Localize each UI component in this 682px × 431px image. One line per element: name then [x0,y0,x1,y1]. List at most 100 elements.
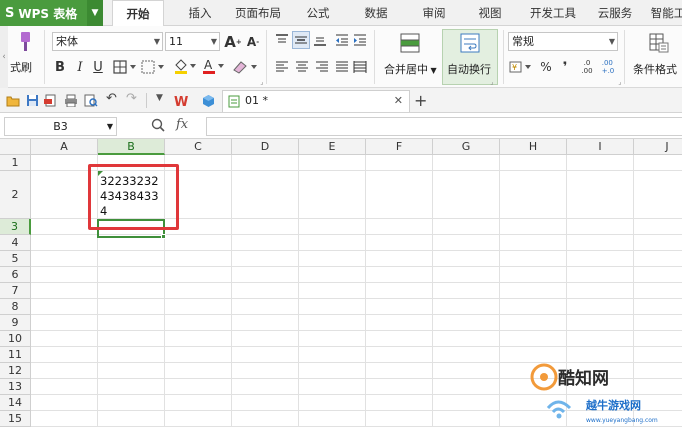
cell-b10[interactable] [98,331,165,347]
font-size-select[interactable]: 11 ▼ [165,32,220,51]
cell-h5[interactable] [500,251,567,267]
decrease-indent-icon[interactable] [334,32,350,48]
redo-icon[interactable]: ↷ [126,91,139,106]
cell-g9[interactable] [433,315,500,331]
align-right-icon[interactable] [314,59,330,75]
merge-center-button[interactable]: 合并居中 ▼ [380,29,438,85]
customize-toolbar-icon[interactable]: ▼ [156,93,169,106]
cell-g4[interactable] [433,235,500,251]
cell-a12[interactable] [31,363,98,379]
cell-f11[interactable] [366,347,433,363]
print-icon[interactable] [64,94,77,108]
tab-formulas[interactable]: 公式 [298,0,338,26]
format-painter-label[interactable]: 式刷 [10,59,32,75]
cell-f9[interactable] [366,315,433,331]
cell-g13[interactable] [433,379,500,395]
chevron-down-icon[interactable]: ▼ [87,0,103,26]
cell-a14[interactable] [31,395,98,411]
cell-f6[interactable] [366,267,433,283]
cell-a11[interactable] [31,347,98,363]
row-header-5[interactable]: 5 [0,251,31,267]
cell-b15[interactable] [98,411,165,427]
cell-i3[interactable] [567,219,634,235]
tab-view[interactable]: 视图 [470,0,510,26]
cell-a5[interactable] [31,251,98,267]
column-header-a[interactable]: A [31,139,98,155]
cell-c5[interactable] [165,251,232,267]
select-all-corner[interactable] [0,139,31,155]
cell-i1[interactable] [567,155,634,171]
cell-e10[interactable] [299,331,366,347]
cell-e12[interactable] [299,363,366,379]
cell-f8[interactable] [366,299,433,315]
underline-button[interactable]: U [90,58,106,76]
column-header-e[interactable]: E [299,139,366,155]
row-header-4[interactable]: 4 [0,235,31,251]
cell-g2[interactable] [433,171,500,219]
cell-a9[interactable] [31,315,98,331]
cell-b14[interactable] [98,395,165,411]
cell-e8[interactable] [299,299,366,315]
wps-home-icon[interactable]: W [174,94,192,110]
cell-j2[interactable] [634,171,682,219]
cell-d9[interactable] [232,315,299,331]
font-dialog-launcher-icon[interactable]: ⌟ [258,78,266,86]
cell-j7[interactable] [634,283,682,299]
brush-icon[interactable] [14,30,34,54]
cell-j4[interactable] [634,235,682,251]
tab-developer[interactable]: 开发工具 [524,0,582,26]
cell-b8[interactable] [98,299,165,315]
cell-d6[interactable] [232,267,299,283]
cube-icon[interactable] [202,94,215,107]
borders-icon[interactable] [112,58,138,76]
cell-a13[interactable] [31,379,98,395]
row-header-9[interactable]: 9 [0,315,31,331]
cell-a15[interactable] [31,411,98,427]
cell-c10[interactable] [165,331,232,347]
cell-f1[interactable] [366,155,433,171]
cell-c9[interactable] [165,315,232,331]
cell-i8[interactable] [567,299,634,315]
cell-i2[interactable] [567,171,634,219]
output-pdf-icon[interactable] [44,94,57,107]
cell-d2[interactable] [232,171,299,219]
column-header-g[interactable]: G [433,139,500,155]
cell-i5[interactable] [567,251,634,267]
cell-c12[interactable] [165,363,232,379]
cell-b11[interactable] [98,347,165,363]
cell-j9[interactable] [634,315,682,331]
cell-b9[interactable] [98,315,165,331]
cell-f5[interactable] [366,251,433,267]
cell-d4[interactable] [232,235,299,251]
row-header-13[interactable]: 13 [0,379,31,395]
cell-j10[interactable] [634,331,682,347]
cell-d15[interactable] [232,411,299,427]
cell-i10[interactable] [567,331,634,347]
cell-f15[interactable] [366,411,433,427]
decrease-decimal-icon[interactable]: .00 +.0 [598,56,618,78]
column-header-h[interactable]: H [500,139,567,155]
cell-c11[interactable] [165,347,232,363]
new-tab-icon[interactable]: + [414,91,427,110]
cell-d1[interactable] [232,155,299,171]
cell-j5[interactable] [634,251,682,267]
undo-icon[interactable]: ↶ [106,91,119,106]
column-header-c[interactable]: C [165,139,232,155]
cell-d10[interactable] [232,331,299,347]
align-center-icon[interactable] [294,59,310,75]
cell-d5[interactable] [232,251,299,267]
insert-function-button[interactable]: fx [176,117,188,132]
tab-data[interactable]: 数据 [356,0,396,26]
cell-d11[interactable] [232,347,299,363]
cell-d12[interactable] [232,363,299,379]
cell-b5[interactable] [98,251,165,267]
cell-f7[interactable] [366,283,433,299]
cell-e3[interactable] [299,219,366,235]
distributed-align-icon[interactable] [352,59,368,75]
cell-a7[interactable] [31,283,98,299]
cell-e2[interactable] [299,171,366,219]
column-header-d[interactable]: D [232,139,299,155]
bold-button[interactable]: B [52,58,68,76]
cell-f14[interactable] [366,395,433,411]
cell-d8[interactable] [232,299,299,315]
